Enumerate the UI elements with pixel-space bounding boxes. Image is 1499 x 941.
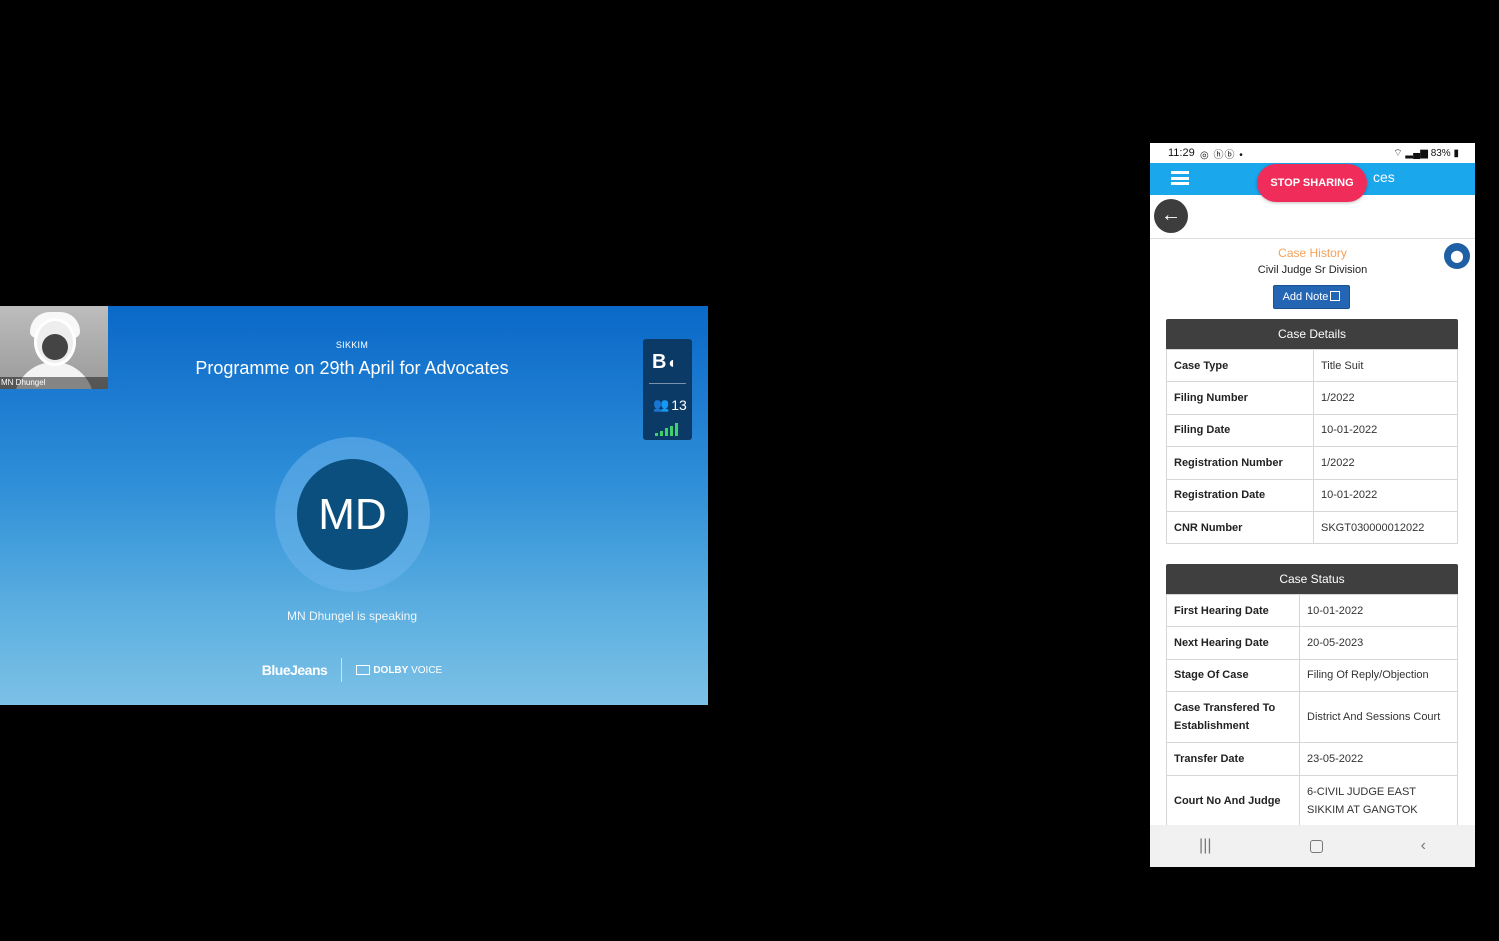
row-value: 1/2022	[1313, 381, 1458, 415]
add-note-label: Add Note	[1282, 291, 1329, 303]
row-label: Court No And Judge	[1166, 774, 1300, 827]
row-label: Registration Date	[1166, 478, 1314, 512]
signal-bar	[660, 430, 663, 436]
row-value: 23-05-2022	[1299, 742, 1458, 776]
row-label: Stage Of Case	[1166, 658, 1300, 693]
row-label: CNR Number	[1166, 510, 1314, 545]
row-label: Filing Date	[1166, 413, 1314, 448]
participant-count: 13	[671, 397, 687, 413]
row-label: Case Transfered To Establishment	[1166, 691, 1300, 744]
phone-screen: 11:29 ◎ ⓗⓑ • ⌔ ▂▄▆ 83% ▮ ces STOP SHARIN…	[1150, 143, 1475, 867]
speaking-status: MN Dhungel is speaking	[286, 609, 418, 623]
row-label: Next Hearing Date	[1166, 626, 1300, 660]
case-details-section: Case Details Case Type Title Suit Filing N…	[1166, 319, 1458, 545]
row-value: 10-01-2022	[1313, 478, 1458, 512]
recents-button[interactable]: |||	[1199, 837, 1211, 855]
back-arrow-icon[interactable]: ←	[1154, 199, 1188, 233]
status-time: 11:29	[1168, 147, 1195, 159]
row-value: 6-CIVIL JUDGE EAST SIKKIM AT GANGTOK	[1299, 774, 1458, 827]
table-row: Next Hearing Date 20-05-2023	[1166, 626, 1458, 660]
status-notification-icons: ◎ ⓗⓑ •	[1200, 150, 1244, 161]
row-value: Filing Of Reply/Objection	[1299, 658, 1458, 693]
table-row: Filing Date 10-01-2022	[1166, 413, 1458, 448]
table-row: Case Transfered To Establishment District…	[1166, 691, 1458, 744]
row-value: SKGT030000012022	[1313, 510, 1458, 545]
table-row: Case Type Title Suit	[1166, 348, 1458, 383]
row-value: Title Suit	[1313, 348, 1458, 383]
table-row: Filing Number 1/2022	[1166, 381, 1458, 415]
row-value: 10-01-2022	[1313, 413, 1458, 448]
header-divider	[1150, 238, 1475, 239]
back-nav-button[interactable]: ‹	[1421, 837, 1426, 855]
table-row: Stage Of Case Filing Of Reply/Objection	[1166, 658, 1458, 693]
signal-bar	[675, 423, 678, 436]
brand-footer: BlueJeans DOLBY VOICE	[0, 658, 704, 682]
row-value: District And Sessions Court	[1299, 691, 1458, 744]
case-status-heading: Case Status	[1166, 564, 1458, 594]
table-row: Court No And Judge 6-CIVIL JUDGE EAST SIK…	[1166, 774, 1458, 827]
page-title: Case History	[1278, 246, 1347, 260]
people-icon: 👥	[653, 397, 670, 412]
table-row: Registration Date 10-01-2022	[1166, 478, 1458, 512]
case-details-table: Case Type Title Suit Filing Number 1/2022 Fi…	[1166, 348, 1458, 545]
row-value: 20-05-2023	[1299, 626, 1458, 660]
court-name: Civil Judge Sr Division	[1257, 264, 1368, 276]
stop-sharing-button[interactable]: STOP SHARING	[1257, 164, 1367, 202]
row-label: Case Type	[1166, 348, 1314, 383]
row-label: Registration Number	[1166, 446, 1314, 480]
app-bar-title: ces	[1373, 169, 1395, 185]
row-value: 1/2022	[1313, 446, 1458, 480]
case-details-heading: Case Details	[1166, 319, 1458, 349]
side-divider	[649, 383, 686, 384]
signal-bar	[655, 433, 658, 436]
signal-bar	[670, 425, 673, 436]
hamburger-menu-icon[interactable]	[1171, 171, 1189, 185]
battery-icon: ▮	[1453, 148, 1459, 159]
case-status-table: First Hearing Date 10-01-2022 Next Hearing…	[1166, 593, 1458, 827]
row-label: Transfer Date	[1166, 742, 1300, 776]
status-bar: 11:29 ◎ ⓗⓑ • ⌔ ▂▄▆ 83% ▮	[1150, 143, 1475, 163]
table-row: First Hearing Date 10-01-2022	[1166, 593, 1458, 628]
battery-level: 83%	[1430, 148, 1451, 159]
bluejeans-app-icon: B◖	[652, 351, 677, 373]
bluejeans-app-icon-letter: B	[652, 351, 667, 373]
dolby-voice-logo: DOLBY VOICE	[342, 665, 442, 676]
meeting-side-panel[interactable]: B◖ 👥 13	[643, 339, 692, 440]
dolby-icon	[356, 665, 371, 675]
participants-button[interactable]: 👥 13	[653, 397, 687, 413]
voice-text: VOICE	[411, 664, 443, 676]
bluejeans-logo: BlueJeans	[261, 662, 328, 678]
note-edit-icon	[1330, 291, 1341, 301]
signal-bar	[665, 428, 668, 436]
meeting-panel: MN Dhungel SIKKIM Programme on 29th Apri…	[0, 306, 708, 705]
table-row: Transfer Date 23-05-2022	[1166, 742, 1458, 776]
home-button[interactable]	[1309, 839, 1323, 853]
case-status-section: Case Status First Hearing Date 10-01-2022…	[1166, 564, 1458, 827]
row-label: First Hearing Date	[1166, 593, 1300, 628]
add-note-button[interactable]: Add Note	[1273, 285, 1350, 309]
android-nav-bar: ||| ‹	[1150, 825, 1475, 867]
dolby-text: DOLBY	[373, 664, 409, 676]
meeting-title: Programme on 29th April for Advocates	[195, 358, 509, 378]
table-row: Registration Number 1/2022	[1166, 446, 1458, 480]
meeting-region: SIKKIM	[335, 340, 369, 350]
wifi-signal-icon: ⌔ ▂▄▆	[1393, 148, 1431, 159]
status-right: ⌔ ▂▄▆ 83% ▮	[1393, 147, 1459, 160]
signal-strength-icon	[655, 422, 678, 436]
speaker-avatar: MD	[297, 459, 408, 570]
row-value: 10-01-2022	[1299, 593, 1458, 628]
table-row: CNR Number SKGT030000012022	[1166, 510, 1458, 545]
row-label: Filing Number	[1166, 381, 1314, 415]
